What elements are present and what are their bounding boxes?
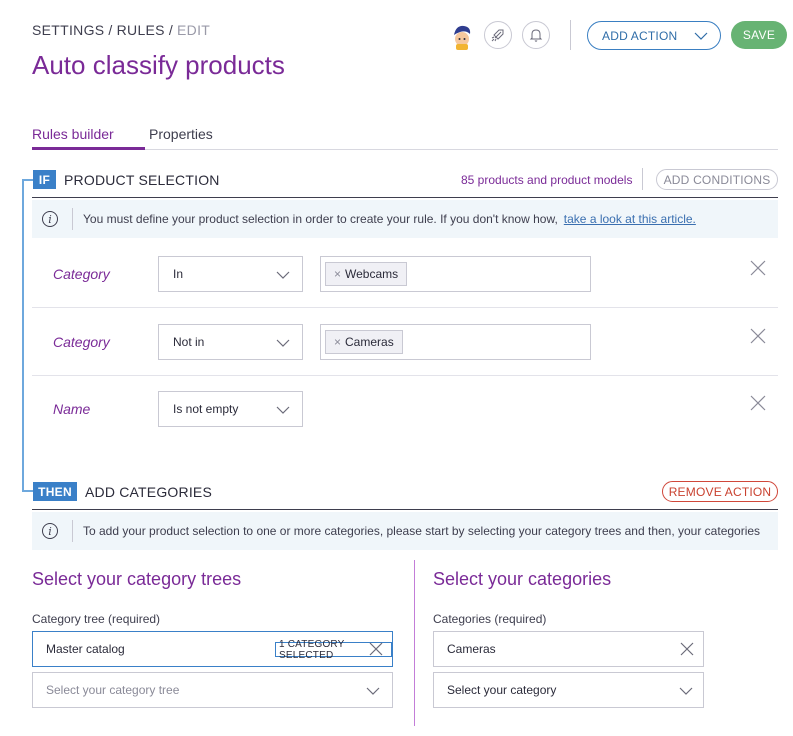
condition-field-label: Category <box>53 334 110 350</box>
add-action-button[interactable]: ADD ACTION <box>587 21 721 50</box>
chip-label: Cameras <box>345 335 394 349</box>
chevron-down-icon <box>679 685 693 699</box>
help-article-link[interactable]: take a look at this article. <box>564 212 696 226</box>
add-conditions-button[interactable]: ADD CONDITIONS <box>656 169 778 190</box>
category-tree-placeholder: Select your category tree <box>46 683 180 697</box>
page-title: Auto classify products <box>32 50 285 80</box>
category-tree-value: Master catalog <box>46 642 125 656</box>
category-chip: × Webcams <box>325 262 408 286</box>
category-chip: × Cameras <box>325 330 403 354</box>
avatar[interactable] <box>448 22 476 50</box>
breadcrumb: SETTINGS / RULES / EDIT <box>32 22 210 38</box>
chevron-down-icon <box>276 337 290 351</box>
active-tab-indicator <box>32 147 145 150</box>
row-divider <box>32 375 778 376</box>
category-select[interactable]: Select your category <box>433 672 704 708</box>
operator-select[interactable]: Is not empty <box>158 391 303 427</box>
categories-label: Categories (required) <box>433 612 547 626</box>
section-rule <box>32 509 778 510</box>
category-trees-title: Select your category trees <box>32 569 242 589</box>
breadcrumb-separator: / <box>168 22 174 38</box>
categories-title: Select your categories <box>433 569 612 589</box>
condition-field-label: Category <box>53 266 110 282</box>
bell-icon[interactable] <box>522 21 550 49</box>
info-text: You must define your product selection i… <box>83 212 558 226</box>
product-selection-title: PRODUCT SELECTION <box>64 172 220 188</box>
save-button[interactable]: SAVE <box>731 21 787 49</box>
operator-select[interactable]: In <box>158 256 303 292</box>
add-categories-title: ADD CATEGORIES <box>85 484 213 500</box>
category-tree-label: Category tree (required) <box>32 612 161 626</box>
operator-value: Not in <box>173 335 205 349</box>
category-value: Cameras <box>447 642 496 656</box>
info-icon: i <box>42 211 58 227</box>
rocket-icon[interactable] <box>484 21 512 49</box>
breadcrumb-rules[interactable]: RULES <box>117 22 165 38</box>
category-value-input[interactable]: × Cameras <box>320 324 591 360</box>
breadcrumb-settings[interactable]: SETTINGS <box>32 22 104 38</box>
operator-value: In <box>173 267 184 281</box>
row-divider <box>32 307 778 308</box>
condition-field-label: Name <box>53 401 91 417</box>
chevron-down-icon <box>366 685 380 699</box>
info-box: i To add your product selection to one o… <box>32 512 778 550</box>
chevron-down-icon <box>276 269 290 283</box>
tab-properties[interactable]: Properties <box>149 126 213 142</box>
info-text: To add your product selection to one or … <box>83 524 761 538</box>
chevron-down-icon <box>276 404 290 418</box>
chip-remove-icon[interactable]: × <box>334 267 341 281</box>
column-divider <box>414 560 415 726</box>
remove-condition-icon[interactable] <box>749 327 767 345</box>
add-action-label: ADD ACTION <box>602 28 678 43</box>
breadcrumb-separator: / <box>108 22 113 38</box>
operator-value: Is not empty <box>173 402 239 416</box>
category-tree-select[interactable]: Select your category tree <box>32 672 393 708</box>
product-count: 85 products and product models <box>461 173 633 187</box>
close-icon[interactable] <box>369 642 383 656</box>
breadcrumb-edit: EDIT <box>177 22 211 38</box>
category-tree-selected[interactable]: Master catalog 1 CATEGORY SELECTED <box>32 631 393 667</box>
remove-action-button[interactable]: REMOVE ACTION <box>662 481 778 502</box>
category-placeholder: Select your category <box>447 683 557 697</box>
chip-label: Webcams <box>345 267 399 281</box>
chevron-down-icon <box>694 30 708 44</box>
count-divider <box>642 168 643 190</box>
close-icon[interactable] <box>680 642 694 656</box>
info-icon: i <box>42 523 58 539</box>
timeline-connector <box>22 180 24 492</box>
then-badge: THEN <box>33 482 77 501</box>
header-divider <box>570 20 571 50</box>
chip-remove-icon[interactable]: × <box>334 335 341 349</box>
info-divider <box>72 208 73 230</box>
info-divider <box>72 520 73 542</box>
info-box: i You must define your product selection… <box>32 200 778 238</box>
category-selected[interactable]: Cameras <box>433 631 704 667</box>
category-value-input[interactable]: × Webcams <box>320 256 591 292</box>
remove-condition-icon[interactable] <box>749 394 767 412</box>
remove-condition-icon[interactable] <box>749 259 767 277</box>
if-badge: IF <box>33 170 56 189</box>
tab-rules-builder[interactable]: Rules builder <box>32 126 114 142</box>
section-rule <box>32 197 778 198</box>
operator-select[interactable]: Not in <box>158 324 303 360</box>
